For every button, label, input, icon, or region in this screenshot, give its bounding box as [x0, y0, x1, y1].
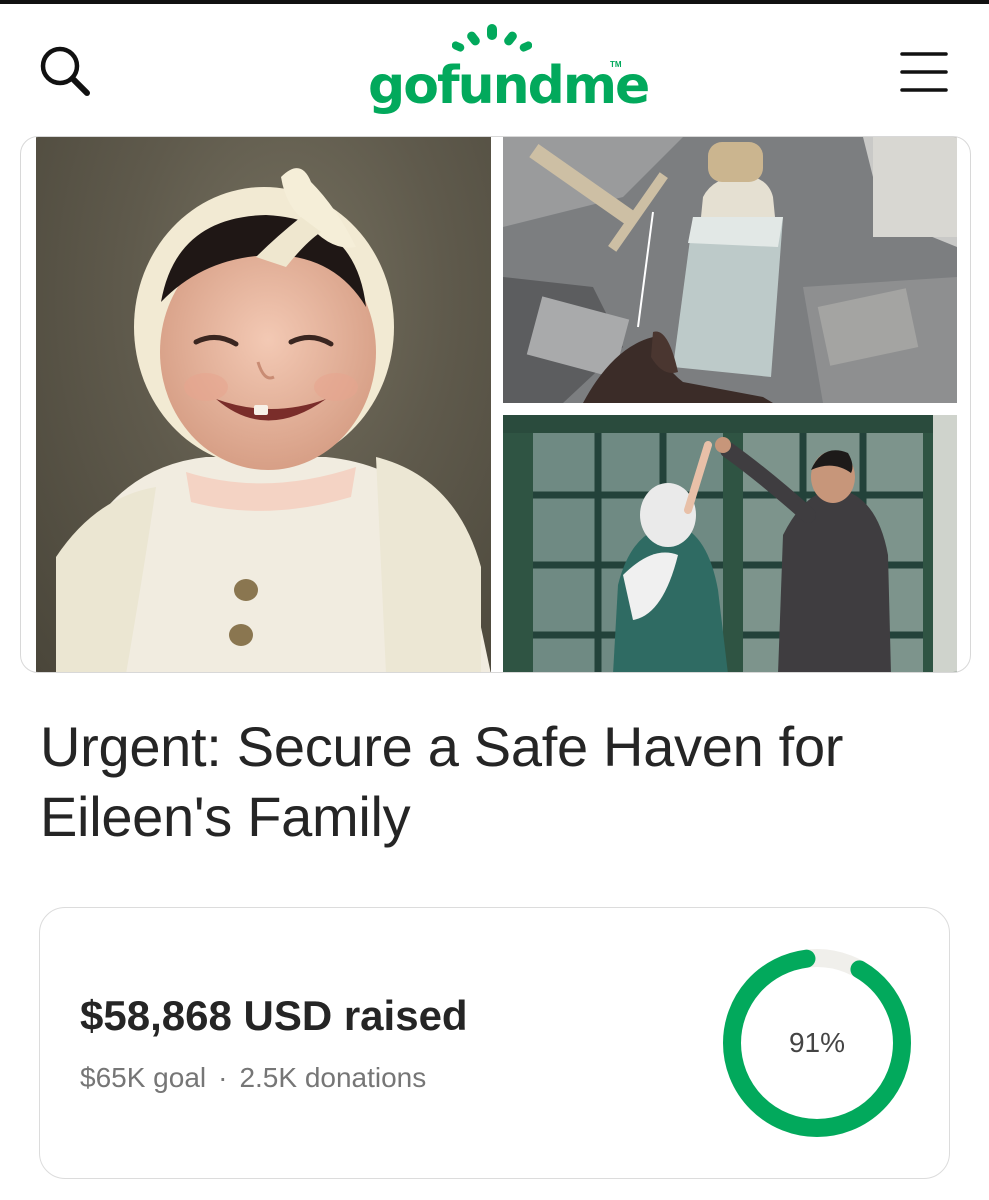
donation-progress-card[interactable]: $58,868 USD raised $65K goal · 2.5K donati… [39, 907, 950, 1179]
goal-amount: $65K goal [80, 1062, 207, 1093]
campaign-hero-collage[interactable] [20, 136, 971, 673]
donation-count: 2.5K donations [239, 1062, 427, 1093]
smiling-toddler-photo [36, 137, 491, 672]
logo-trademark: TM [610, 60, 622, 69]
search-button[interactable] [36, 42, 96, 102]
logo-sun-icon [452, 24, 532, 52]
header: gofundme TM [0, 4, 989, 130]
logo-wordmark: gofundme [368, 56, 650, 116]
hamburger-menu-icon [900, 52, 948, 92]
campaign-title: Urgent: Secure a Safe Haven for Eileen's… [40, 715, 844, 848]
search-icon [40, 46, 90, 96]
baby-bottle-in-rubble-photo [503, 137, 957, 403]
couple-at-window-photo [503, 415, 957, 672]
menu-button[interactable] [896, 48, 952, 96]
goal-and-donations: $65K goal · 2.5K donations [80, 1062, 426, 1094]
separator-dot: · [218, 1062, 228, 1093]
progress-percent: 91% [788, 1027, 846, 1058]
gofundme-logo[interactable]: gofundme TM [360, 22, 650, 122]
amount-raised: $58,868 USD raised [80, 992, 468, 1039]
